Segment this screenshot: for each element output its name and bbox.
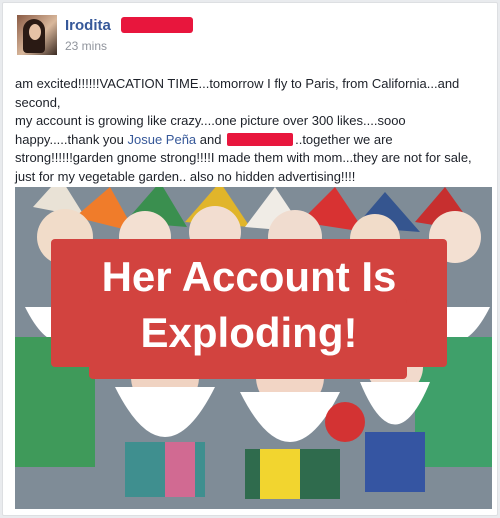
avatar[interactable] [17, 15, 57, 55]
overlay-text: Her Account Is Exploding! [51, 249, 447, 361]
redacted-mention [227, 132, 294, 146]
post-timestamp[interactable]: 23 mins [65, 39, 107, 53]
overlay-line-1: Her Account Is [101, 253, 397, 300]
avatar-face [29, 24, 41, 40]
author-name[interactable]: Irodita [65, 17, 111, 34]
post-text-part-1: am excited!!!!!!VACATION TIME...tomorrow… [15, 76, 460, 110]
redacted-surname [121, 17, 193, 33]
post-text-part-3: and [196, 131, 226, 147]
post-card: Irodita 23 mins am excited!!!!!!VACATION… [2, 2, 498, 516]
mention-link[interactable]: Josue Peña [128, 132, 197, 147]
overlay-line-2: Exploding! [140, 309, 358, 356]
post-text: am excited!!!!!!VACATION TIME...tomorrow… [15, 75, 489, 186]
